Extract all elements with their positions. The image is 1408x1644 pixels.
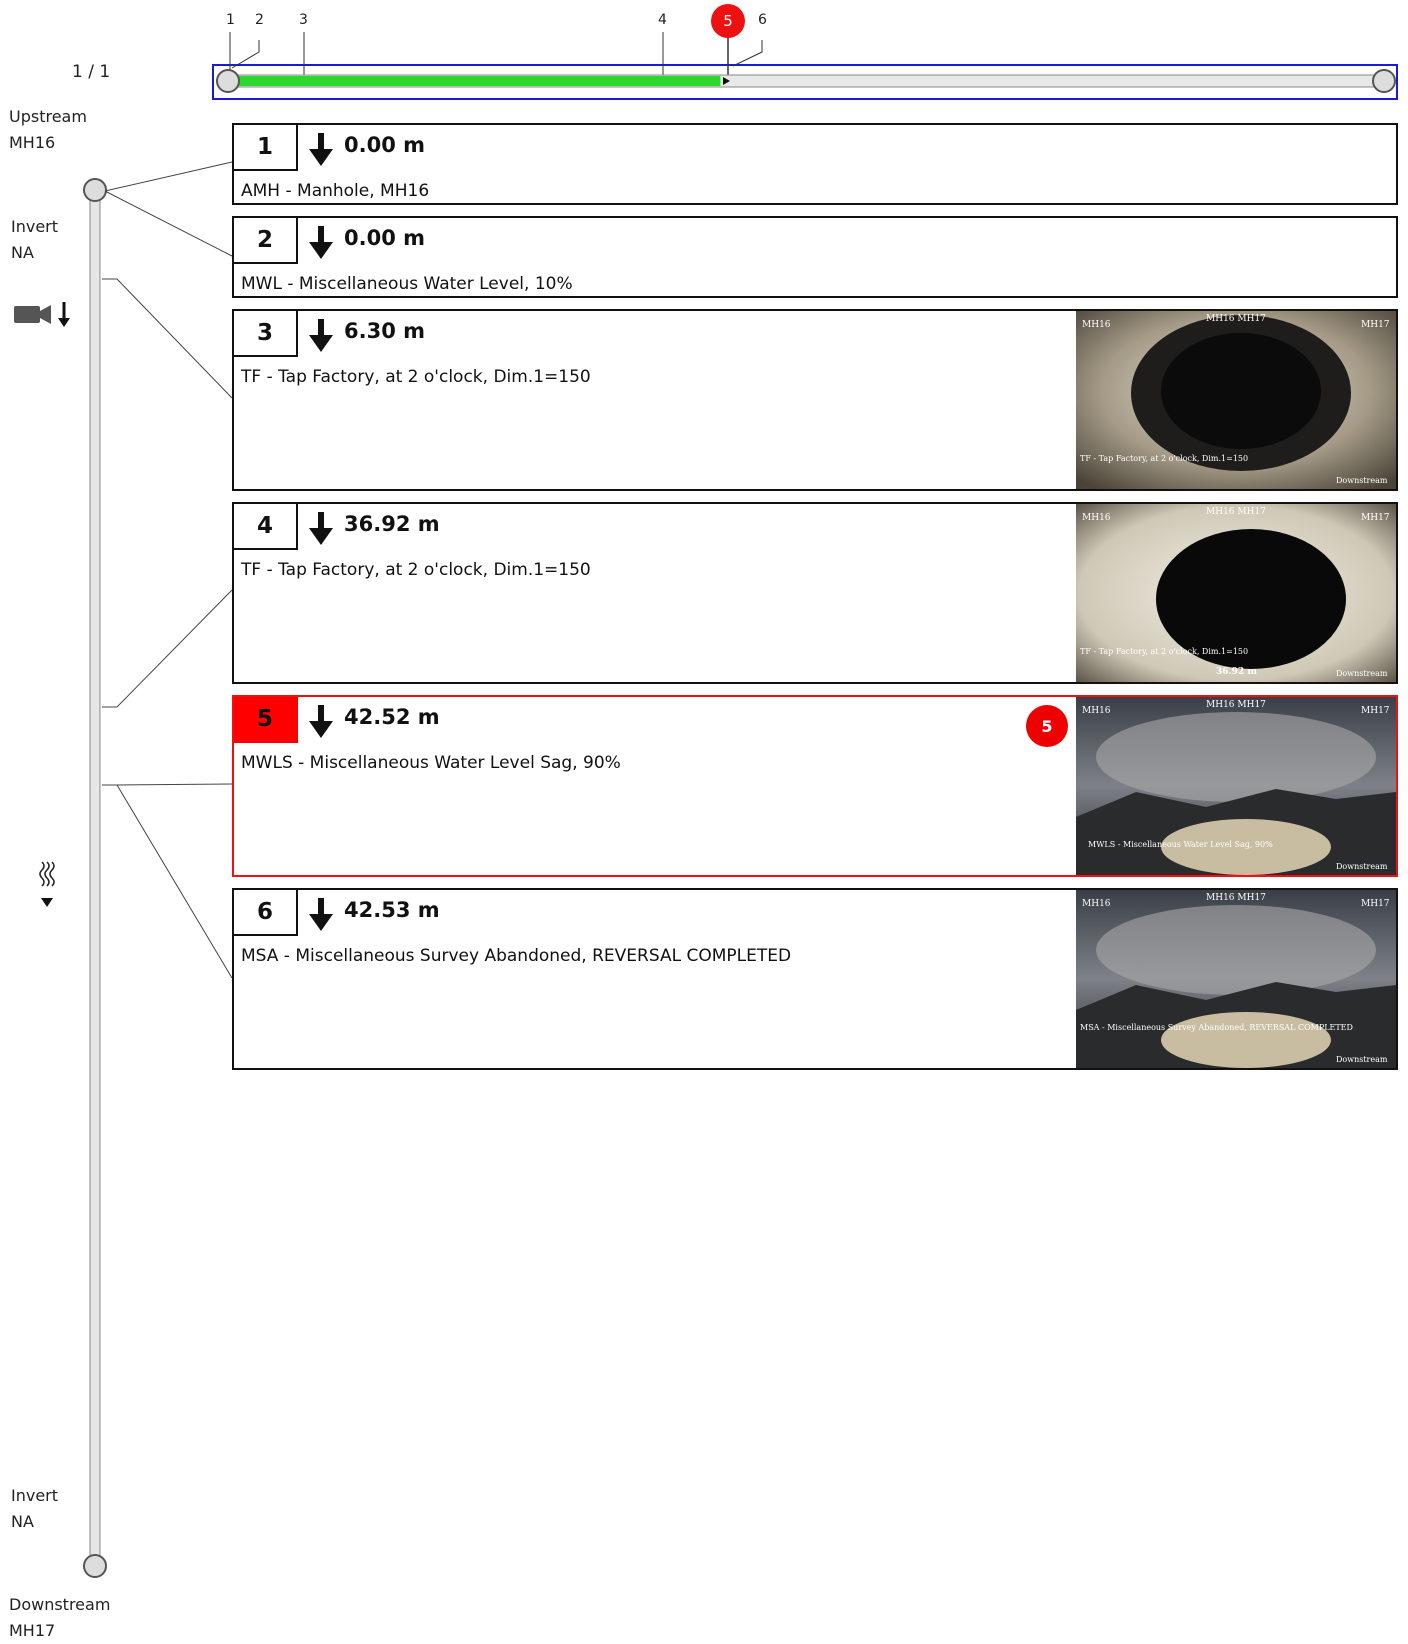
svg-text:MH17: MH17: [1361, 706, 1390, 716]
observation-number: 4: [234, 504, 298, 550]
observation-marker[interactable]: 5: [1026, 705, 1068, 747]
upstream-node: [83, 178, 107, 202]
observation-description: AMH - Manhole, MH16: [241, 181, 430, 201]
observation-card-selected[interactable]: 5 42.52 m MWLS - Miscellaneous Water Lev…: [232, 695, 1398, 877]
observation-number: 2: [234, 218, 298, 264]
observation-description: MWLS - Miscellaneous Water Level Sag, 90…: [241, 753, 621, 773]
arrow-down-icon: [309, 133, 333, 166]
observation-photo[interactable]: MH16 MH16 MH17 MH17 MWLS - Miscellaneous…: [1076, 697, 1396, 875]
svg-text:MH16 MH17: MH16 MH17: [1206, 700, 1266, 710]
observation-card[interactable]: 6 42.53 m MSA - Miscellaneous Survey Aba…: [232, 888, 1398, 1070]
svg-text:36.92 m: 36.92 m: [1216, 667, 1257, 677]
observation-description: MSA - Miscellaneous Survey Abandoned, RE…: [241, 946, 792, 966]
svg-text:Downstream: Downstream: [1336, 669, 1388, 678]
progress-fill: [234, 76, 721, 86]
observation-distance: 36.92 m: [344, 512, 440, 536]
observation-distance: 42.53 m: [344, 898, 440, 922]
svg-text:Downstream: Downstream: [1336, 1055, 1388, 1064]
observation-number: 3: [234, 311, 298, 357]
svg-text:Downstream: Downstream: [1336, 476, 1388, 485]
arrow-down-icon: [309, 705, 333, 738]
observation-photo[interactable]: MH16 MH16 MH17 MH17 TF - Tap Factory, at…: [1076, 504, 1396, 682]
svg-text:MH16: MH16: [1082, 706, 1111, 716]
observation-distance: 0.00 m: [344, 226, 426, 250]
observation-distance: 6.30 m: [344, 319, 426, 343]
arrow-down-icon: [309, 319, 333, 352]
observation-card[interactable]: 1 0.00 m AMH - Manhole, MH16: [232, 123, 1398, 205]
svg-text:MH16 MH17: MH16 MH17: [1206, 507, 1266, 517]
svg-text:Downstream: Downstream: [1336, 862, 1388, 871]
downstream-node: [83, 1554, 107, 1578]
arrow-down-icon: [309, 512, 333, 545]
observation-distance: 0.00 m: [344, 133, 426, 157]
svg-text:MWLS - Miscellaneous Water Lev: MWLS - Miscellaneous Water Level Sag, 90…: [1088, 840, 1273, 849]
svg-text:MH16 MH17: MH16 MH17: [1206, 314, 1266, 324]
observation-description: MWL - Miscellaneous Water Level, 10%: [241, 274, 573, 294]
svg-text:TF - Tap Factory, at 2 o'clock: TF - Tap Factory, at 2 o'clock, Dim.1=15…: [1080, 647, 1248, 656]
pipe-diagram: [83, 161, 233, 1578]
svg-text:MH16: MH16: [1082, 513, 1111, 523]
observation-distance: 42.52 m: [344, 705, 440, 729]
svg-text:MH16: MH16: [1082, 899, 1111, 909]
svg-text:MH17: MH17: [1361, 513, 1390, 523]
observation-photo[interactable]: MH16 MH16 MH17 MH17 TF - Tap Factory, at…: [1076, 311, 1396, 489]
observation-number: 6: [234, 890, 298, 936]
svg-text:MH17: MH17: [1361, 899, 1390, 909]
observation-card[interactable]: 4 36.92 m TF - Tap Factory, at 2 o'clock…: [232, 502, 1398, 684]
svg-text:TF - Tap Factory, at 2 o'clock: TF - Tap Factory, at 2 o'clock, Dim.1=15…: [1080, 454, 1248, 463]
svg-text:MSA - Miscellaneous Survey Aba: MSA - Miscellaneous Survey Abandoned, RE…: [1080, 1023, 1353, 1032]
arrow-down-icon: [309, 898, 333, 931]
svg-text:MH17: MH17: [1361, 320, 1390, 330]
timeline-end-node: [1372, 69, 1396, 93]
observation-photo[interactable]: MH16 MH16 MH17 MH17 MSA - Miscellaneous …: [1076, 890, 1396, 1068]
svg-text:MH16: MH16: [1082, 320, 1111, 330]
svg-text:MH16 MH17: MH16 MH17: [1206, 893, 1266, 903]
observation-description: TF - Tap Factory, at 2 o'clock, Dim.1=15…: [241, 367, 591, 387]
observation-card[interactable]: 2 0.00 m MWL - Miscellaneous Water Level…: [232, 216, 1398, 298]
arrow-down-icon: [309, 226, 333, 259]
observation-number: 1: [234, 125, 298, 171]
observation-number: 5: [234, 697, 298, 743]
observation-card[interactable]: 3 6.30 m TF - Tap Factory, at 2 o'clock,…: [232, 309, 1398, 491]
observation-description: TF - Tap Factory, at 2 o'clock, Dim.1=15…: [241, 560, 591, 580]
